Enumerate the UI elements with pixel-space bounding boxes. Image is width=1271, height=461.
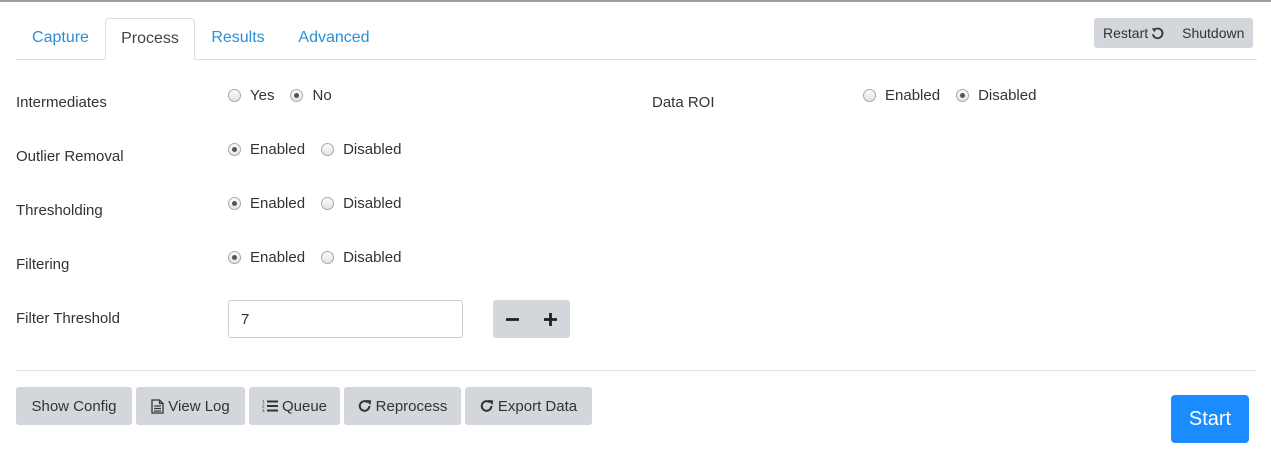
filter-threshold-stepper xyxy=(493,300,570,338)
restart-button[interactable]: Restart xyxy=(1094,18,1173,48)
data-roi-enabled-radio[interactable] xyxy=(863,89,876,102)
show-config-button[interactable]: Show Config xyxy=(16,387,132,425)
thresholding-radio-group: Enabled Disabled xyxy=(228,195,417,212)
filtering-label: Filtering xyxy=(16,256,70,273)
window-top-border xyxy=(0,0,1271,2)
filter-threshold-input[interactable] xyxy=(228,300,463,338)
decrement-button[interactable] xyxy=(493,300,532,338)
thresholding-disabled-label[interactable]: Disabled xyxy=(343,195,401,212)
thresholding-disabled-radio[interactable] xyxy=(321,197,335,210)
tab-process[interactable]: Process xyxy=(105,18,195,60)
shutdown-button[interactable]: Shutdown xyxy=(1173,18,1253,48)
intermediates-label: Intermediates xyxy=(16,94,107,111)
filtering-radio-group: Enabled Disabled xyxy=(228,249,417,266)
filtering-disabled-radio[interactable] xyxy=(321,251,335,264)
filtering-disabled-label[interactable]: Disabled xyxy=(343,249,401,266)
data-roi-radio-group: Enabled Disabled xyxy=(863,87,1052,104)
thresholding-enabled-label[interactable]: Enabled xyxy=(250,195,305,212)
tab-advanced[interactable]: Advanced xyxy=(284,18,384,58)
plus-icon xyxy=(544,312,558,326)
intermediates-yes-label[interactable]: Yes xyxy=(250,87,274,104)
refresh-icon xyxy=(358,400,371,412)
intermediates-radio-group: Yes No xyxy=(228,87,348,104)
filter-threshold-label: Filter Threshold xyxy=(16,310,120,327)
system-button-group: Restart Shutdown xyxy=(1094,18,1254,48)
data-roi-enabled-label[interactable]: Enabled xyxy=(885,87,940,104)
outlier-removal-enabled-radio[interactable] xyxy=(228,143,241,156)
tab-results[interactable]: Results xyxy=(195,18,281,58)
show-config-label: Show Config xyxy=(31,397,117,415)
tab-bar: Capture Process Results Advanced xyxy=(16,18,1257,60)
filtering-enabled-label[interactable]: Enabled xyxy=(250,249,305,266)
data-roi-disabled-radio[interactable] xyxy=(956,89,970,102)
queue-label: Queue xyxy=(281,397,328,415)
list-ol-icon: 1 2 3 xyxy=(262,399,278,413)
reprocess-label: Reprocess xyxy=(375,397,448,415)
svg-text:3: 3 xyxy=(262,408,265,413)
queue-button[interactable]: 1 2 3 Queue xyxy=(249,387,340,425)
shutdown-label: Shutdown xyxy=(1182,25,1245,41)
restart-icon xyxy=(1151,27,1164,39)
refresh-icon xyxy=(480,400,494,412)
intermediates-no-radio[interactable] xyxy=(290,89,304,102)
outlier-removal-radio-group: Enabled Disabled xyxy=(228,141,417,158)
view-log-label: View Log xyxy=(168,397,230,415)
view-log-button[interactable]: View Log xyxy=(136,387,245,425)
outlier-removal-disabled-label[interactable]: Disabled xyxy=(343,141,401,158)
export-data-button[interactable]: Export Data xyxy=(465,387,592,425)
outlier-removal-enabled-label[interactable]: Enabled xyxy=(250,141,305,158)
outlier-removal-disabled-radio[interactable] xyxy=(321,143,335,156)
reprocess-button[interactable]: Reprocess xyxy=(344,387,461,425)
thresholding-enabled-radio[interactable] xyxy=(228,197,241,210)
intermediates-no-label[interactable]: No xyxy=(312,87,331,104)
increment-button[interactable] xyxy=(532,300,571,338)
file-text-icon xyxy=(151,398,164,414)
thresholding-label: Thresholding xyxy=(16,202,103,219)
start-button[interactable]: Start xyxy=(1171,395,1249,443)
data-roi-disabled-label[interactable]: Disabled xyxy=(978,87,1036,104)
section-divider xyxy=(16,370,1257,371)
export-data-label: Export Data xyxy=(497,397,578,415)
outlier-removal-label: Outlier Removal xyxy=(16,148,124,165)
filtering-enabled-radio[interactable] xyxy=(228,251,241,264)
data-roi-label: Data ROI xyxy=(652,94,715,111)
restart-label: Restart xyxy=(1103,25,1149,41)
intermediates-yes-radio[interactable] xyxy=(228,89,241,102)
tab-capture[interactable]: Capture xyxy=(16,18,105,58)
minus-icon xyxy=(505,317,519,321)
